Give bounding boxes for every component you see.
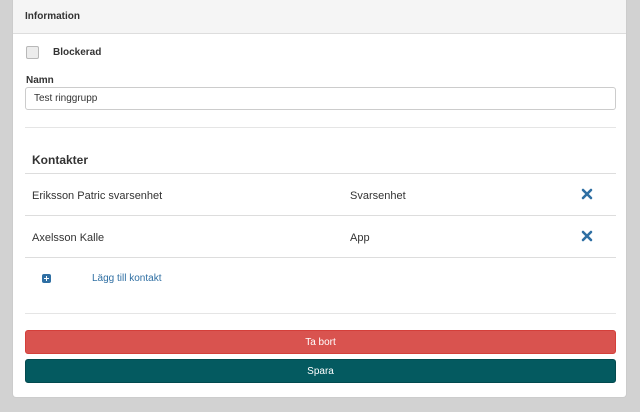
- plus-square-icon[interactable]: [42, 274, 51, 283]
- delete-button[interactable]: Ta bort: [25, 330, 616, 354]
- panel-heading: Information: [13, 0, 626, 34]
- contact-type: App: [350, 232, 370, 244]
- contacts-title: Kontakter: [32, 153, 89, 167]
- blocked-label[interactable]: Blockerad: [53, 47, 101, 58]
- times-icon[interactable]: [580, 229, 594, 243]
- blocked-checkbox[interactable]: [26, 46, 39, 59]
- add-contact-link[interactable]: Lägg till kontakt: [92, 273, 162, 284]
- blocked-checkbox-row[interactable]: Blockerad: [26, 46, 101, 59]
- save-button[interactable]: Spara: [25, 359, 616, 383]
- times-icon[interactable]: [580, 187, 594, 201]
- contacts-table: Eriksson Patric svarsenhet Svarsenhet Ax…: [25, 173, 616, 298]
- name-label: Namn: [26, 75, 54, 86]
- information-panel: Information Blockerad Namn Kontakter Eri…: [12, 0, 627, 398]
- contact-name: Axelsson Kalle: [32, 232, 105, 244]
- table-row: Axelsson Kalle App: [25, 216, 616, 258]
- table-row: Eriksson Patric svarsenhet Svarsenhet: [25, 174, 616, 216]
- divider: [25, 127, 616, 128]
- add-contact-row: Lägg till kontakt: [25, 258, 616, 298]
- contact-name: Eriksson Patric svarsenhet: [32, 190, 163, 202]
- contact-type: Svarsenhet: [350, 190, 406, 202]
- divider: [25, 313, 616, 314]
- name-input[interactable]: [25, 87, 616, 110]
